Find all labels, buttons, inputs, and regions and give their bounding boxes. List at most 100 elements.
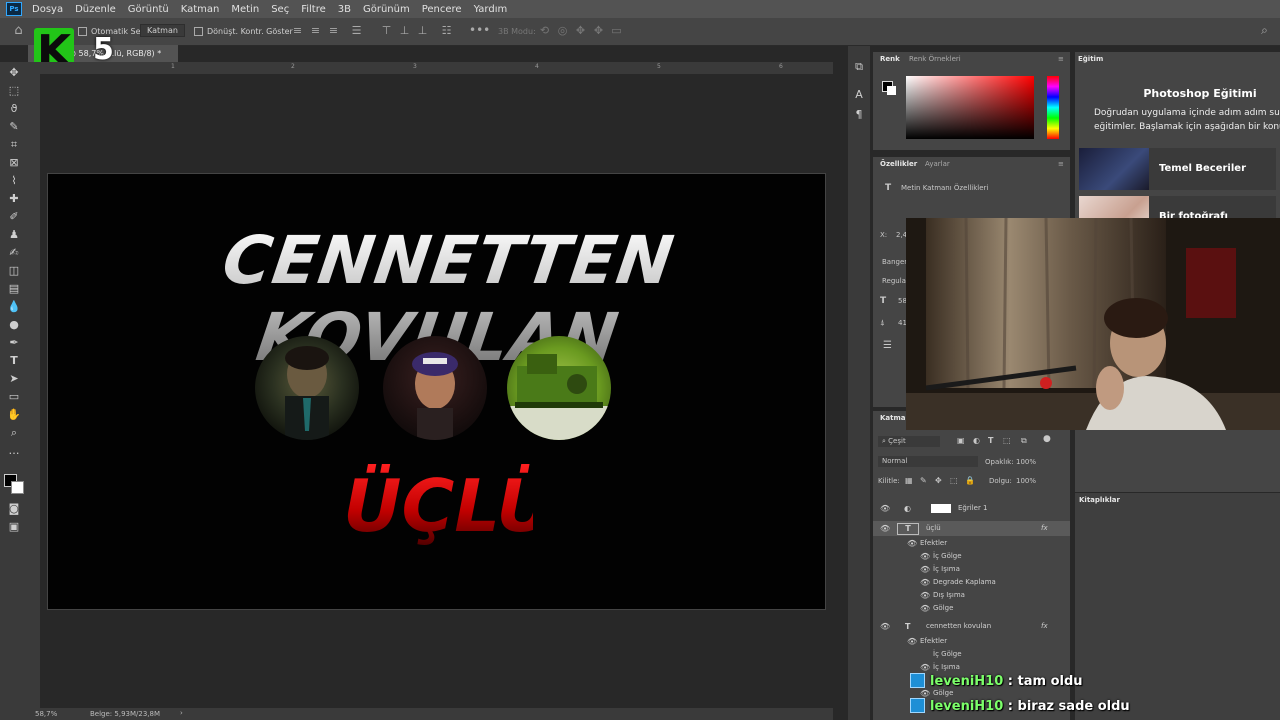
visibility-eye-icon[interactable]: 👁 bbox=[920, 576, 930, 589]
lock-artboard-icon[interactable]: ⬚ bbox=[950, 476, 958, 485]
align-right-icon[interactable]: ≡ bbox=[327, 24, 340, 37]
align-left-icon[interactable]: ≡ bbox=[291, 24, 304, 37]
brush-tool-icon[interactable]: ✐ bbox=[7, 210, 21, 224]
effects-group[interactable]: 👁 Efektler bbox=[873, 537, 1070, 550]
layer-row-cennetten-kovulan[interactable]: 👁 T cennetten kovulan fx bbox=[873, 620, 1070, 633]
filter-smart-object-icon[interactable]: ⧉ bbox=[1021, 436, 1027, 446]
visibility-eye-icon[interactable]: 👁 bbox=[920, 589, 930, 602]
3d-pan-icon[interactable]: ✥ bbox=[574, 24, 587, 37]
3d-roll-icon[interactable]: ◎ bbox=[556, 24, 569, 37]
status-arrow-icon[interactable]: › bbox=[180, 709, 183, 717]
search-icon[interactable]: ⌕ bbox=[1258, 24, 1271, 37]
visibility-eye-icon[interactable]: 👁 bbox=[907, 635, 917, 648]
menu-metin[interactable]: Metin bbox=[231, 4, 259, 15]
history-panel-icon[interactable]: ⧉ bbox=[852, 60, 866, 74]
visibility-eye-icon[interactable]: 👁 bbox=[880, 521, 890, 536]
layer-fx-badge[interactable]: fx bbox=[1041, 620, 1048, 633]
filter-adjustment-icon[interactable]: ◐ bbox=[973, 436, 980, 445]
menu-duzenle[interactable]: Düzenle bbox=[75, 4, 116, 15]
path-select-icon[interactable]: ➤ bbox=[7, 372, 21, 386]
menu-gorunum[interactable]: Görünüm bbox=[363, 4, 410, 15]
tab-libraries[interactable]: Kitaplıklar bbox=[1079, 493, 1120, 507]
font-style-field[interactable]: Regular bbox=[882, 277, 909, 285]
filter-pixel-icon[interactable]: ▣ bbox=[957, 436, 965, 445]
3d-scale-icon[interactable]: ▭ bbox=[610, 24, 623, 37]
background-color-chip[interactable] bbox=[887, 86, 896, 95]
effects-group[interactable]: 👁 Efektler bbox=[873, 635, 1070, 648]
panel-menu-icon[interactable]: ≡ bbox=[1058, 157, 1064, 171]
effect-row[interactable]: 👁 İç Işıma bbox=[873, 563, 1070, 576]
3d-rotate-icon[interactable]: ⟲ bbox=[538, 24, 551, 37]
filter-type-icon[interactable]: T bbox=[988, 436, 993, 445]
lasso-tool-icon[interactable]: ϑ bbox=[7, 102, 21, 116]
more-options-icon[interactable]: ••• bbox=[469, 24, 490, 37]
lock-transparency-icon[interactable]: ▦ bbox=[905, 476, 913, 485]
frame-tool-icon[interactable]: ⊠ bbox=[7, 156, 21, 170]
blend-mode-dropdown[interactable]: Normal bbox=[878, 456, 978, 467]
tab-adjustments[interactable]: Ayarlar bbox=[925, 157, 950, 171]
gradient-tool-icon[interactable]: ▤ bbox=[7, 282, 21, 296]
menu-goruntu[interactable]: Görüntü bbox=[128, 4, 169, 15]
align-middle-icon[interactable]: ⊥ bbox=[398, 24, 411, 37]
rectangle-tool-icon[interactable]: ▭ bbox=[7, 390, 21, 404]
distribute-icon[interactable]: ☰ bbox=[350, 24, 363, 37]
clone-stamp-icon[interactable]: ♟ bbox=[7, 228, 21, 242]
lock-all-icon[interactable]: 🔒 bbox=[965, 476, 975, 485]
layer-filter-dropdown[interactable]: ⌕ Çeşit bbox=[878, 436, 940, 447]
transform-controls-checkbox[interactable]: Dönüşt. Kontr. Göster bbox=[194, 27, 293, 36]
filter-shape-icon[interactable]: ⬚ bbox=[1003, 436, 1011, 445]
marquee-tool-icon[interactable]: ⬚ bbox=[7, 84, 21, 98]
filter-toggle-icon[interactable]: ● bbox=[1043, 434, 1051, 444]
healing-brush-icon[interactable]: ✚ bbox=[7, 192, 21, 206]
align-bottom-icon[interactable]: ⊥ bbox=[416, 24, 429, 37]
menu-3b[interactable]: 3B bbox=[338, 4, 351, 15]
zoom-level[interactable]: 58,7% bbox=[35, 710, 57, 718]
visibility-eye-icon[interactable]: 👁 bbox=[907, 537, 917, 550]
eyedropper-tool-icon[interactable]: ⌇ bbox=[7, 174, 21, 188]
tab-color[interactable]: Renk bbox=[880, 52, 900, 66]
character-panel-icon[interactable]: A bbox=[852, 88, 866, 102]
lock-position-icon[interactable]: ✥ bbox=[935, 476, 942, 485]
effect-row[interactable]: İç Gölge bbox=[873, 648, 1070, 661]
visibility-eye-icon[interactable]: 👁 bbox=[920, 550, 930, 563]
visibility-eye-icon[interactable]: 👁 bbox=[880, 620, 890, 633]
opacity-value[interactable]: 100% bbox=[1016, 458, 1036, 466]
learn-card-basic-skills[interactable]: Temel Beceriler bbox=[1079, 148, 1276, 190]
panel-menu-icon[interactable]: ≡ bbox=[1058, 52, 1064, 66]
paragraph-panel-icon[interactable]: ¶ bbox=[852, 108, 866, 122]
menu-filtre[interactable]: Filtre bbox=[301, 4, 326, 15]
align-left-text-icon[interactable]: ☰ bbox=[883, 340, 892, 351]
document-canvas[interactable]: CENNETTEN KOVULAN ÜÇLÜ bbox=[47, 173, 826, 610]
menu-katman[interactable]: Katman bbox=[181, 4, 220, 15]
menu-pencere[interactable]: Pencere bbox=[422, 4, 462, 15]
type-tool-icon[interactable]: T bbox=[7, 354, 21, 368]
crop-tool-icon[interactable]: ⌗ bbox=[7, 138, 21, 152]
3d-slide-icon[interactable]: ✥ bbox=[592, 24, 605, 37]
lock-pixels-icon[interactable]: ✎ bbox=[920, 476, 927, 485]
background-color-swatch[interactable] bbox=[11, 481, 24, 494]
align-center-icon[interactable]: ≡ bbox=[309, 24, 322, 37]
home-icon[interactable]: ⌂ bbox=[12, 24, 25, 37]
history-brush-icon[interactable]: ✍ bbox=[7, 246, 21, 260]
menu-dosya[interactable]: Dosya bbox=[32, 4, 63, 15]
visibility-eye-icon[interactable]: 👁 bbox=[880, 502, 890, 515]
layer-fx-badge[interactable]: fx bbox=[1041, 521, 1048, 536]
effect-row[interactable]: 👁 Gölge bbox=[873, 602, 1070, 615]
layer-dropdown[interactable]: Katman bbox=[140, 24, 185, 37]
eraser-tool-icon[interactable]: ◫ bbox=[7, 264, 21, 278]
quick-mask-icon[interactable]: ◙ bbox=[7, 502, 21, 516]
visibility-eye-icon[interactable]: 👁 bbox=[920, 563, 930, 576]
quick-select-tool-icon[interactable]: ✎ bbox=[7, 120, 21, 134]
machine-circle-3[interactable] bbox=[507, 336, 611, 440]
portrait-circle-2[interactable] bbox=[383, 336, 487, 440]
layer-row-uclu[interactable]: 👁 T üçlü fx bbox=[873, 521, 1070, 536]
menu-sec[interactable]: Seç bbox=[271, 4, 289, 15]
hand-tool-icon[interactable]: ✋ bbox=[7, 408, 21, 422]
effect-row[interactable]: 👁 Dış Işıma bbox=[873, 589, 1070, 602]
tab-swatches[interactable]: Renk Örnekleri bbox=[909, 52, 961, 66]
menu-yardim[interactable]: Yardım bbox=[474, 4, 508, 15]
pen-tool-icon[interactable]: ✒ bbox=[7, 336, 21, 350]
tab-properties[interactable]: Özellikler bbox=[880, 157, 917, 171]
edit-toolbar-icon[interactable]: … bbox=[7, 444, 21, 458]
screen-mode-icon[interactable]: ▣ bbox=[7, 520, 21, 534]
